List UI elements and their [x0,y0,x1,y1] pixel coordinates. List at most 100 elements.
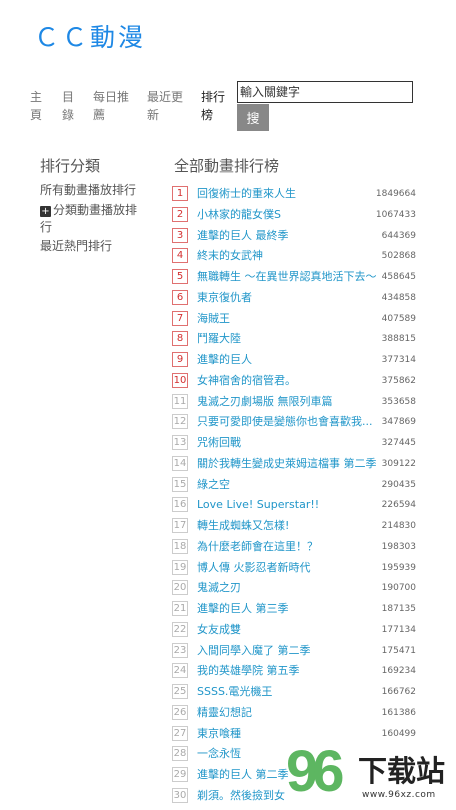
play-count: 190700 [381,583,416,594]
anime-title-link[interactable]: 終末的女武神 [197,248,263,263]
ranking-row: 15 綠之空 290435 [172,475,422,496]
ranking-row: 2 小林家的龍女僕S 1067433 [172,205,422,226]
ranking-row: 4 終末的女武神 502868 [172,246,422,267]
play-count: 214830 [381,521,416,531]
play-count: 187135 [381,604,416,614]
anime-title-link[interactable]: 鬥羅大陸 [197,331,241,346]
play-count: 160499 [381,728,416,739]
anime-title-link[interactable]: 咒術回戰 [197,435,241,450]
rank-number: 18 [172,538,188,554]
anime-title-link[interactable]: 東京喰種 [197,726,241,741]
search-input[interactable] [237,81,413,103]
anime-title-link[interactable]: 進擊的巨人 最終季 [197,228,289,243]
rank-number: 19 [172,559,188,575]
rank-number: 17 [172,518,188,533]
play-count: 290435 [381,479,416,490]
anime-title-link[interactable]: SSSS.電光機王 [197,684,272,699]
ranking-row: 12 只要可愛即使是變態你也會喜歡我... 347869 [172,412,422,433]
expand-plus-icon[interactable]: + [40,206,51,217]
rank-number: 27 [172,725,188,741]
ranking-row: 22 女友成雙 177134 [172,620,422,641]
nav-daily-recommend[interactable]: 每日推 薦 [93,88,129,124]
rank-number: 10 [172,372,188,388]
ranking-row: 9 進擊的巨人 377314 [172,350,422,371]
play-count: 434858 [381,292,416,303]
anime-title-link[interactable]: 我的英雄學院 第五季 [197,663,300,678]
ranking-row: 8 鬥羅大陸 388815 [172,329,422,350]
play-count: 226594 [381,500,416,511]
anime-title-link[interactable]: 海賊王 [197,311,230,326]
sidebar-item-all-ranking[interactable]: 所有動畫播放排行 [40,182,136,199]
watermark-logo: 96 下载站 www.96xz.com [282,739,456,810]
anime-title-link[interactable]: 女友成雙 [197,622,241,637]
anime-title-link[interactable]: 無職轉生 ～在異世界認真地活下去～ [197,269,377,284]
ranking-row: 26 精靈幻想記 161386 [172,703,422,724]
play-count: 353658 [381,396,416,407]
anime-title-link[interactable]: 綠之空 [197,477,230,492]
anime-title-link[interactable]: 女神宿舍的宿管君。 [197,373,296,388]
play-count: 644369 [381,230,416,241]
rank-number: 25 [172,684,188,699]
ranking-row: 13 咒術回戰 327445 [172,433,422,454]
nav-home[interactable]: 主 頁 [30,88,66,124]
play-count: 195939 [381,562,416,573]
sidebar-item-category-ranking[interactable]: + 分類動畫播放排 行 [40,202,150,236]
rank-number: 1 [172,186,188,201]
anime-title-link[interactable]: 轉生成蜘蛛又怎樣! [197,518,289,533]
play-count: 169234 [381,666,416,677]
anime-title-link[interactable]: 進擊的巨人 第三季 [197,601,289,616]
anime-title-link[interactable]: 入間同學入魔了 第二季 [197,643,311,658]
sidebar-item-recent-hot[interactable]: 最近熱門排行 [40,238,112,255]
rank-number: 29 [172,767,188,782]
play-count: 175471 [381,645,416,656]
ranking-row: 10 女神宿舍的宿管君。 375862 [172,371,422,392]
anime-title-link[interactable]: 只要可愛即使是變態你也會喜歡我... [197,414,373,429]
play-count: 1849664 [375,189,416,199]
anime-title-link[interactable]: 進擊的巨人 [197,352,252,367]
rank-number: 30 [172,787,188,803]
ranking-row: 25 SSSS.電光機王 166762 [172,682,422,703]
anime-title-link[interactable]: 進擊的巨人 第二季 [197,767,289,782]
nav-ranking[interactable]: 排行 榜 [201,88,237,124]
play-count: 166762 [381,687,416,697]
play-count: 407589 [381,313,416,324]
anime-title-link[interactable]: 一念永恆 [197,746,241,761]
anime-title-link[interactable]: 回復術士的重來人生 [197,186,296,201]
anime-title-link[interactable]: Love Live! Superstar!! [197,497,319,512]
rank-number: 4 [172,248,188,264]
anime-title-link[interactable]: 鬼滅之刃 [197,580,241,595]
anime-title-link[interactable]: 鬼滅之刃劇場版 無限列車篇 [197,394,333,409]
ranking-row: 23 入間同學入魔了 第二季 175471 [172,641,422,662]
anime-title-link[interactable]: 精靈幻想記 [197,705,252,720]
nav-recent-updates[interactable]: 最近更 新 [147,88,183,124]
watermark-url: www.96xz.com [362,790,436,800]
rank-number: 9 [172,352,188,367]
ranking-row: 5 無職轉生 ～在異世界認真地活下去～ 458645 [172,267,422,288]
play-count: 458645 [381,272,416,282]
watermark-digits: 96 [286,739,344,804]
anime-title-link[interactable]: 為什麼老師會在這里！？ [197,539,318,554]
anime-title-link[interactable]: 剃須。然後撿到女 [197,788,285,803]
rank-number: 11 [172,393,188,409]
play-count: 1067433 [375,209,416,220]
anime-title-link[interactable]: 關於我轉生變成史萊姆這檔事 第二季 [197,456,377,471]
ranking-row: 1 回復術士的重來人生 1849664 [172,184,422,205]
site-logo[interactable]: ＣＣ動漫 [34,18,146,54]
ranking-row: 3 進擊的巨人 最終季 644369 [172,226,422,247]
rank-number: 23 [172,642,188,658]
ranking-row: 14 關於我轉生變成史萊姆這檔事 第二季 309122 [172,454,422,475]
anime-title-link[interactable]: 東京復仇者 [197,290,252,305]
rank-number: 21 [172,601,188,616]
play-count: 161386 [381,707,416,718]
rank-number: 16 [172,497,188,513]
play-count: 347869 [381,417,416,428]
rank-number: 5 [172,269,188,284]
ranking-row: 21 進擊的巨人 第三季 187135 [172,599,422,620]
rank-number: 24 [172,663,188,679]
ranking-row: 11 鬼滅之刃劇場版 無限列車篇 353658 [172,392,422,413]
ranking-row: 20 鬼滅之刃 190700 [172,578,422,599]
anime-title-link[interactable]: 小林家的龍女僕S [197,207,281,222]
search-button[interactable]: 搜 [237,104,269,131]
ranking-row: 19 博人傳 火影忍者新時代 195939 [172,558,422,579]
anime-title-link[interactable]: 博人傳 火影忍者新時代 [197,560,311,575]
